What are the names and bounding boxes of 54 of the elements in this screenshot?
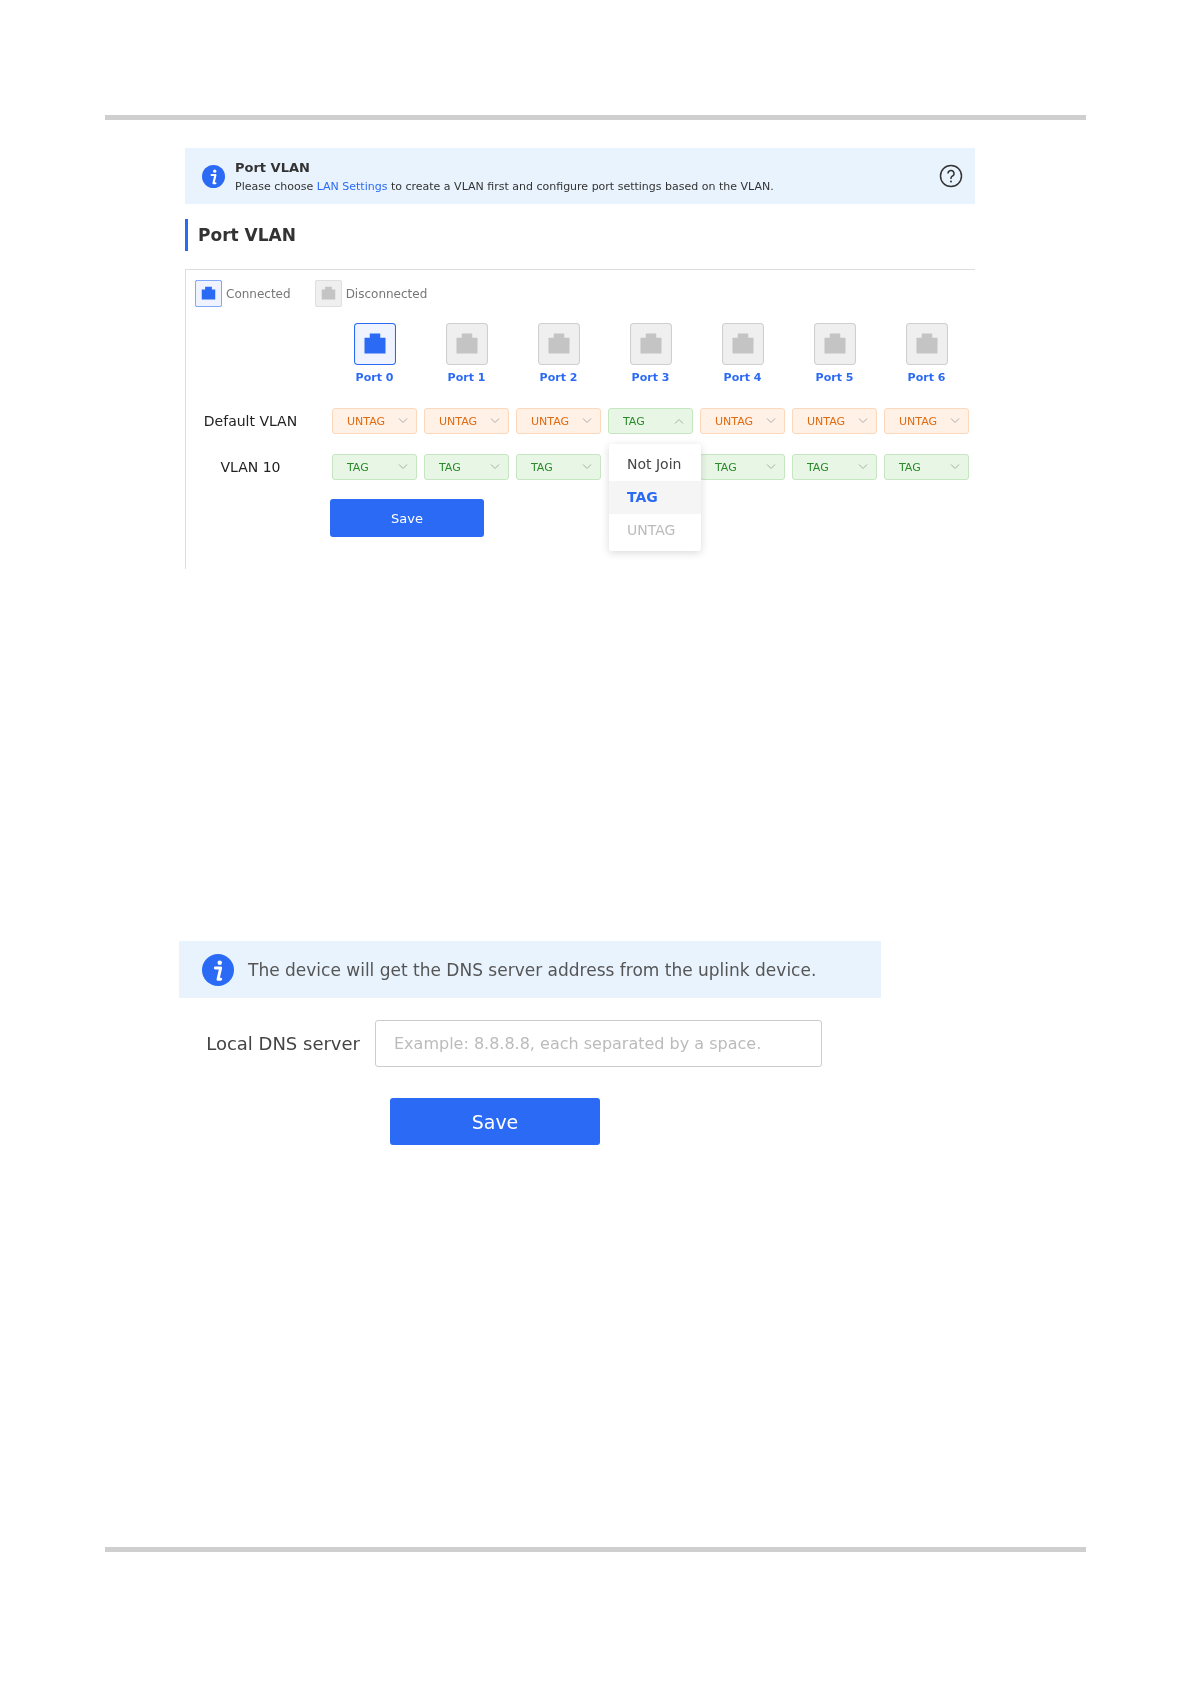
chevron-icon — [674, 418, 684, 424]
port-label: Port 4 — [723, 371, 762, 384]
save-button[interactable]: Save — [330, 499, 484, 537]
notice-text: Please choose LAN Settings to create a VLAN first and configure port settings based on the VLAN. — [235, 179, 775, 193]
mode-select[interactable]: UNTAG — [792, 408, 877, 434]
chevron-icon — [766, 418, 776, 424]
mode-select[interactable]: TAG — [516, 454, 601, 480]
lan-settings-link[interactable]: LAN Settings — [316, 179, 388, 193]
notice-title: Port VLAN — [235, 159, 311, 175]
chevron-icon — [398, 418, 408, 424]
port-label: Port 6 — [907, 371, 946, 384]
help-icon[interactable] — [939, 164, 963, 188]
save-button[interactable]: Save — [390, 1098, 600, 1145]
chevron-icon — [950, 418, 960, 424]
mode-select[interactable]: UNTAG — [700, 408, 785, 434]
legend-label: Disconnected — [345, 286, 428, 301]
mode-select[interactable]: TAG — [700, 454, 785, 480]
chevron-icon — [582, 464, 592, 470]
vlan-name: Default VLAN — [202, 412, 299, 431]
section-title: Port VLAN — [185, 219, 975, 251]
chevron-icon — [490, 418, 500, 424]
field-label: Local DNS server — [205, 1033, 361, 1054]
mode-select[interactable]: TAG — [608, 408, 693, 434]
chevron-icon — [950, 464, 960, 470]
chevron-icon — [858, 464, 868, 470]
port-label: Port 3 — [631, 371, 670, 384]
info-icon — [202, 953, 234, 986]
mode-select[interactable]: TAG — [884, 454, 969, 480]
chevron-icon — [766, 464, 776, 470]
vlan-name: VLAN 10 — [219, 458, 282, 477]
info-icon — [202, 164, 225, 188]
chevron-icon — [490, 464, 500, 470]
mode-select[interactable]: UNTAG — [516, 408, 601, 434]
mode-select[interactable]: UNTAG — [424, 408, 509, 434]
port-label: Port 2 — [539, 371, 578, 384]
dropdown-option[interactable]: Not Join — [609, 448, 701, 481]
disconnected-port-icon — [314, 280, 342, 307]
connected-port-icon — [195, 280, 222, 307]
chevron-icon — [858, 418, 868, 424]
mode-select[interactable]: UNTAG — [332, 408, 417, 434]
mode-select[interactable]: UNTAG — [884, 408, 969, 434]
chevron-icon — [582, 418, 592, 424]
mode-select[interactable]: TAG — [332, 454, 417, 480]
dns-server-field[interactable]: Example: 8.8.8.8, each separated by a space. — [375, 1020, 822, 1067]
notice-text: The device will get the DNS server address from the uplink device. — [248, 959, 817, 980]
mode-select[interactable]: TAG — [424, 454, 509, 480]
legend-label: Connected — [226, 286, 291, 301]
dropdown-option[interactable]: TAG — [609, 481, 701, 514]
port-label: Port 0 — [355, 371, 394, 384]
chevron-icon — [398, 464, 408, 470]
port-label: Port 1 — [447, 371, 486, 384]
mode-select[interactable]: TAG — [792, 454, 877, 480]
port-label: Port 5 — [815, 371, 854, 384]
dropdown-option: UNTAG — [609, 514, 701, 547]
